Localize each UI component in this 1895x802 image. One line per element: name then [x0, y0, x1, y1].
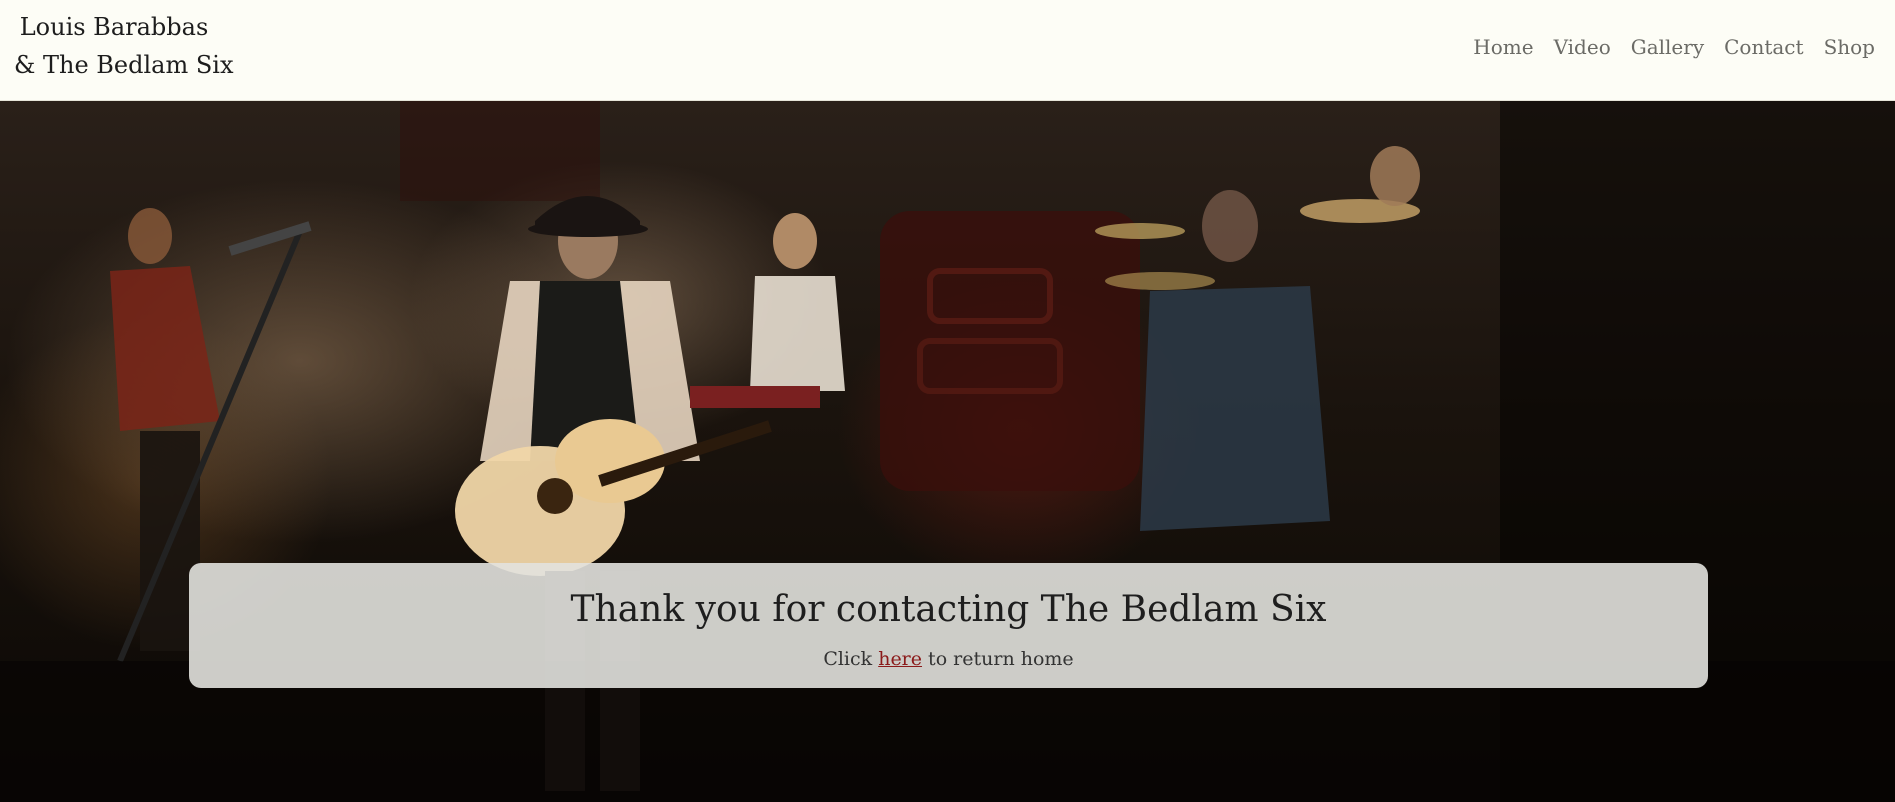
hero-concert-photo: Thank you for contacting The Bedlam Six … [0, 101, 1895, 802]
main-nav: Home Video Gallery Contact Shop [1473, 33, 1875, 61]
return-home-link[interactable]: here [878, 648, 922, 670]
concert-photo-illustration [0, 101, 1895, 802]
site-logo-link[interactable]: Louis Barabbas & The Bedlam Six [14, 8, 234, 84]
thank-you-heading: Thank you for contacting The Bedlam Six [570, 589, 1327, 630]
nav-link-shop[interactable]: Shop [1824, 33, 1875, 61]
brand-line-1: Louis Barabbas [19, 13, 209, 41]
nav-link-home[interactable]: Home [1473, 33, 1533, 61]
brand-line-2: & The Bedlam Six [14, 51, 234, 79]
nav-link-contact[interactable]: Contact [1724, 33, 1803, 61]
site-header: Louis Barabbas & The Bedlam Six Home Vid… [0, 0, 1895, 101]
nav-link-video[interactable]: Video [1554, 33, 1611, 61]
thank-you-card: Thank you for contacting The Bedlam Six … [189, 563, 1708, 688]
return-text-suffix: to return home [922, 648, 1074, 670]
nav-link-gallery[interactable]: Gallery [1631, 33, 1704, 61]
return-home-text: Click here to return home [189, 647, 1708, 671]
return-text-prefix: Click [823, 648, 879, 670]
